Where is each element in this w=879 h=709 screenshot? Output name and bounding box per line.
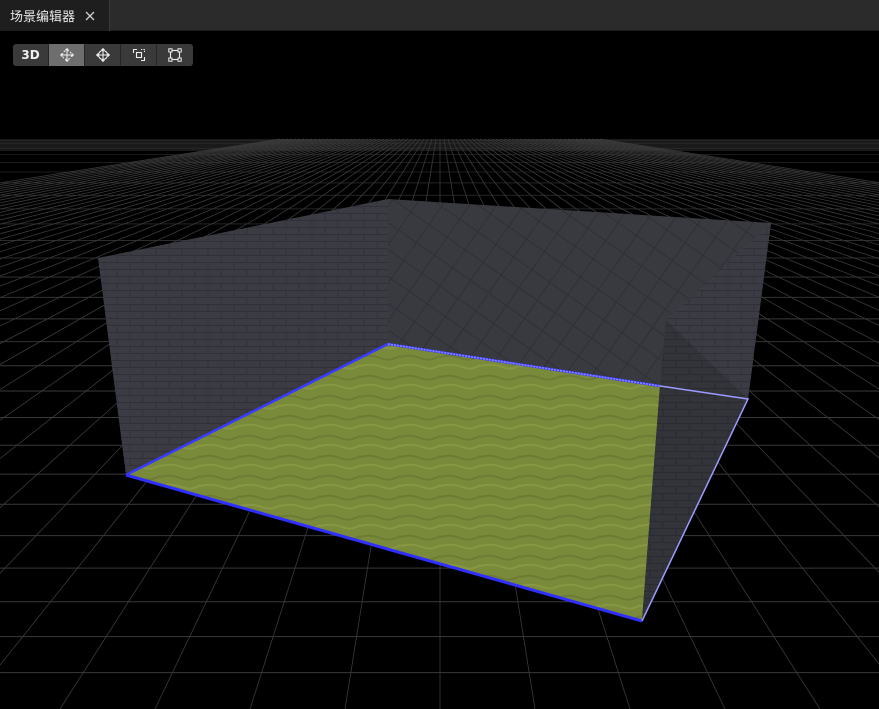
select-move-icon (59, 48, 74, 62)
rotate-icon (132, 48, 145, 62)
tab-title: 场景编辑器 (10, 10, 76, 25)
tab-scene-editor[interactable]: 场景编辑器 (0, 0, 110, 31)
move-icon (95, 48, 110, 62)
scale-icon (168, 48, 182, 62)
scene-editor-window: 场景编辑器 3D (0, 0, 879, 709)
scale-tool-button[interactable] (157, 44, 193, 66)
close-icon[interactable] (83, 9, 97, 23)
scene-viewport[interactable] (0, 31, 879, 709)
transform-toolbar: 3D (13, 44, 193, 66)
scene-canvas[interactable] (0, 31, 879, 709)
move-tool-button[interactable] (85, 44, 121, 66)
tab-bar: 场景编辑器 (0, 0, 879, 31)
select-move-tool-button[interactable] (49, 44, 85, 66)
view-mode-3d-button[interactable]: 3D (13, 44, 49, 66)
rotate-tool-button[interactable] (121, 44, 157, 66)
